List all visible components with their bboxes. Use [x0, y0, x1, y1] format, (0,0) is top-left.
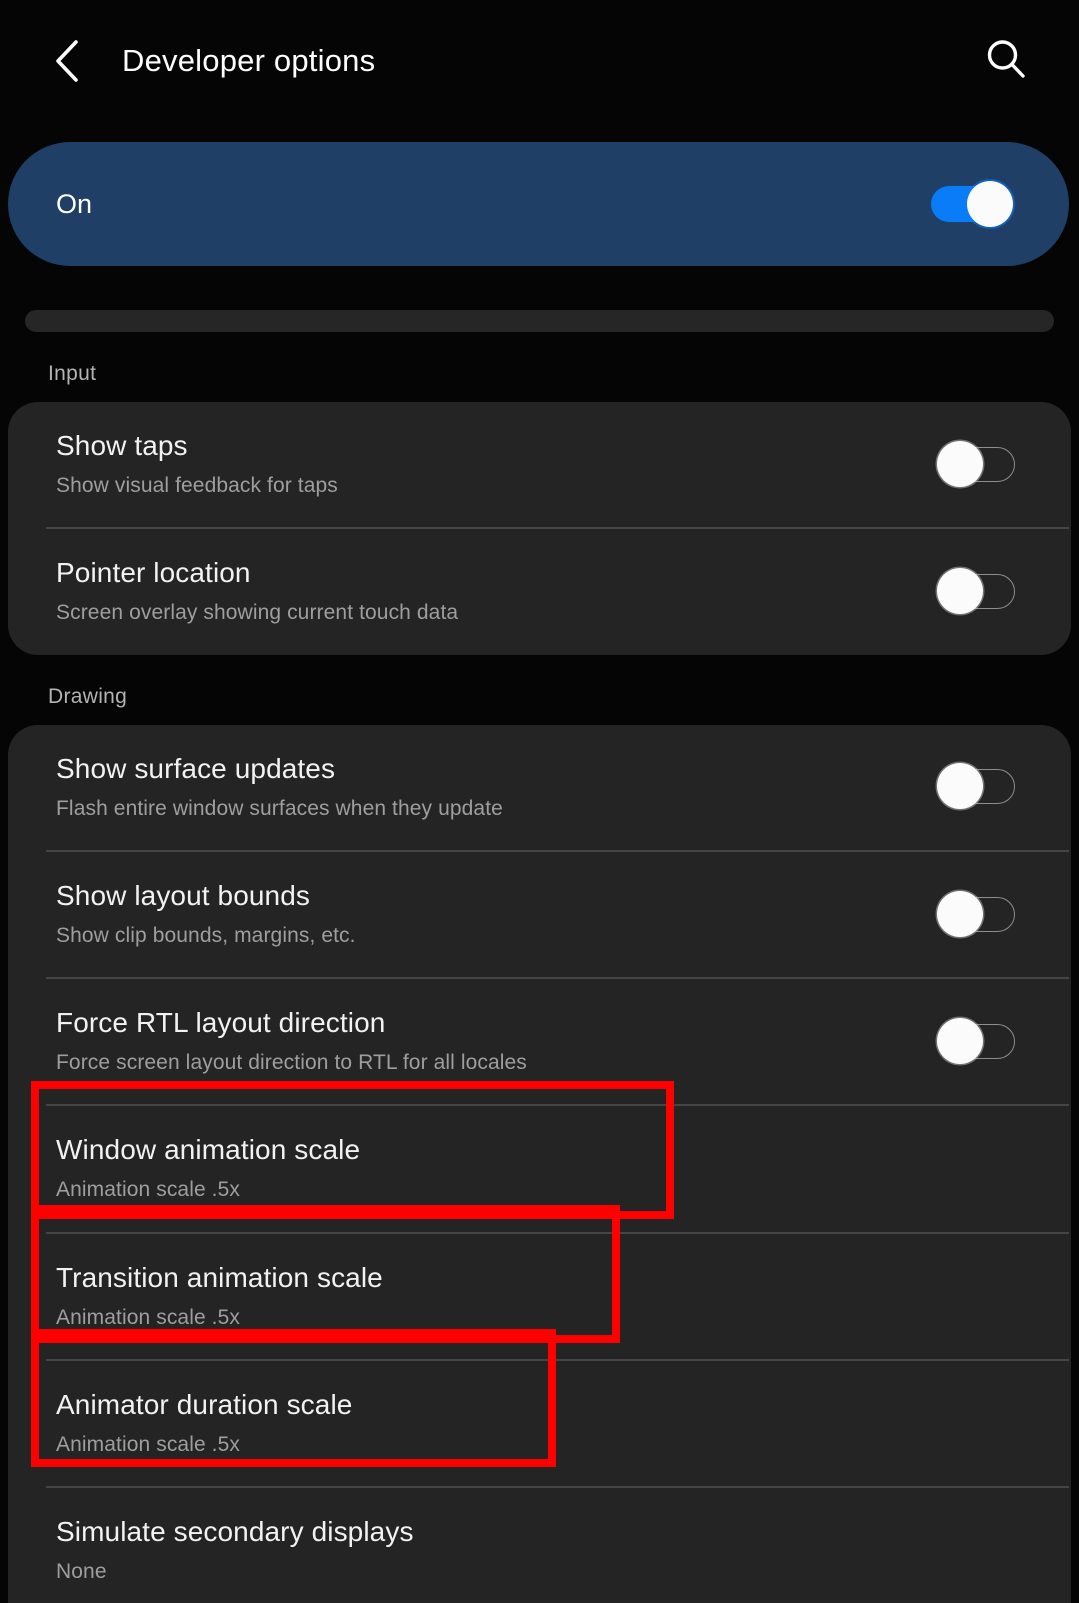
drawing-settings-card: Show surface updates Flash entire window… — [8, 724, 1071, 1603]
row-title: Window animation scale — [56, 1134, 361, 1166]
row-simulate-secondary-displays[interactable]: Simulate secondary displays None — [8, 1488, 1071, 1603]
row-subtitle: Force screen layout direction to RTL for… — [56, 1051, 527, 1075]
row-texts: Window animation scale Animation scale .… — [56, 1132, 1015, 1203]
row-title: Show taps — [56, 430, 188, 461]
switch-thumb — [937, 567, 983, 614]
developer-options-screen: Developer options On Input Show taps Sho… — [0, 0, 1079, 1603]
row-title: Force RTL layout direction — [56, 1007, 386, 1039]
row-show-surface-updates[interactable]: Show surface updates Flash entire window… — [8, 725, 1071, 850]
switch-thumb — [937, 890, 983, 937]
force-rtl-switch[interactable] — [937, 1017, 1015, 1064]
row-show-layout-bounds[interactable]: Show layout bounds Show clip bounds, mar… — [8, 852, 1071, 977]
switch-thumb — [967, 181, 1013, 227]
master-toggle-switch[interactable] — [931, 181, 1013, 227]
row-title: Show surface updates — [56, 752, 336, 784]
row-title: Pointer location — [56, 557, 251, 589]
row-force-rtl-layout-direction[interactable]: Force RTL layout direction Force screen … — [8, 979, 1071, 1104]
switch-thumb — [937, 763, 983, 810]
row-subtitle: Animation scale .5x — [56, 1433, 240, 1457]
row-transition-animation-scale[interactable]: Transition animation scale Animation sca… — [8, 1234, 1071, 1359]
row-pointer-location[interactable]: Pointer location Screen overlay showing … — [8, 529, 1071, 654]
row-subtitle: Animation scale .5x — [56, 1178, 240, 1202]
row-show-taps[interactable]: Show taps Show visual feedback for taps — [8, 402, 1071, 527]
chevron-left-icon — [50, 38, 84, 84]
row-subtitle: None — [56, 1560, 107, 1584]
row-texts: Simulate secondary displays None — [56, 1514, 1015, 1585]
section-strip — [25, 310, 1054, 332]
master-toggle-label: On — [56, 188, 93, 219]
row-texts: Show taps Show visual feedback for taps — [56, 428, 937, 499]
row-subtitle: Animation scale .5x — [56, 1305, 240, 1329]
developer-options-master-toggle-row[interactable]: On — [8, 142, 1069, 266]
show-surface-updates-switch[interactable] — [937, 763, 1015, 810]
row-texts: Transition animation scale Animation sca… — [56, 1260, 1015, 1331]
row-animator-duration-scale[interactable]: Animator duration scale Animation scale … — [8, 1361, 1071, 1486]
row-subtitle: Show clip bounds, margins, etc. — [56, 923, 356, 947]
search-button[interactable] — [975, 30, 1037, 92]
search-icon — [983, 36, 1029, 87]
row-subtitle: Screen overlay showing current touch dat… — [56, 601, 459, 625]
row-title: Show layout bounds — [56, 879, 310, 911]
row-texts: Force RTL layout direction Force screen … — [56, 1005, 937, 1076]
row-title: Animator duration scale — [56, 1389, 353, 1421]
back-button[interactable] — [38, 32, 96, 90]
row-title: Transition animation scale — [56, 1261, 383, 1293]
app-bar: Developer options — [0, 0, 1079, 122]
page-title: Developer options — [122, 43, 376, 78]
row-texts: Show layout bounds Show clip bounds, mar… — [56, 878, 937, 949]
show-layout-bounds-switch[interactable] — [937, 890, 1015, 937]
section-header-drawing: Drawing — [48, 684, 128, 708]
row-subtitle: Show visual feedback for taps — [56, 474, 338, 497]
switch-thumb — [937, 440, 983, 487]
row-window-animation-scale[interactable]: Window animation scale Animation scale .… — [8, 1106, 1071, 1231]
input-settings-card: Show taps Show visual feedback for taps … — [8, 402, 1071, 655]
row-texts: Pointer location Screen overlay showing … — [56, 555, 937, 626]
switch-thumb — [937, 1017, 983, 1064]
row-subtitle: Flash entire window surfaces when they u… — [56, 796, 503, 820]
row-texts: Show surface updates Flash entire window… — [56, 751, 937, 822]
pointer-location-switch[interactable] — [937, 567, 1015, 614]
row-texts: Animator duration scale Animation scale … — [56, 1387, 1015, 1458]
show-taps-switch[interactable] — [937, 440, 1015, 487]
section-header-input: Input — [48, 362, 97, 385]
row-title: Simulate secondary displays — [56, 1516, 414, 1548]
